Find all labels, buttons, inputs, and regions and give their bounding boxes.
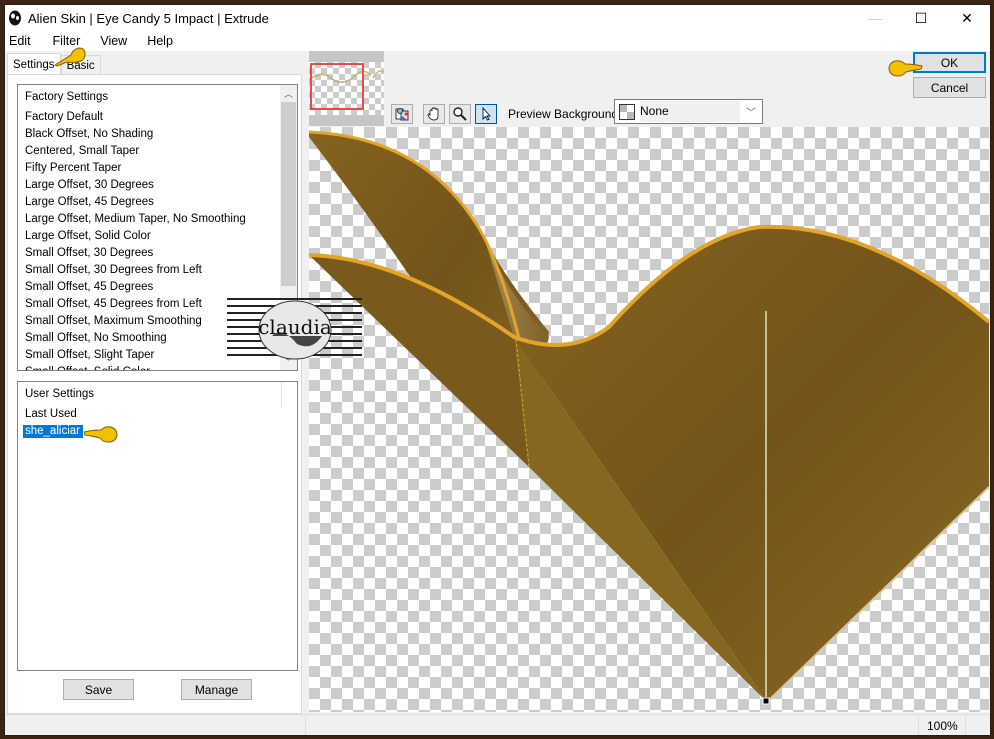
hand-icon [427,107,439,121]
chevron-down-icon: ﹀ [746,108,756,119]
manage-button[interactable]: Manage [181,679,252,700]
navigator-view-rectangle[interactable] [310,63,364,110]
effect-preview-canvas[interactable] [309,127,989,712]
minimize-button[interactable]: — [852,5,898,31]
arrow-pointer-icon [482,106,491,121]
menu-bar: Edit Filter View Help [5,31,990,51]
menu-edit[interactable]: Edit [5,34,37,48]
scroll-up-arrow-icon[interactable]: ︿ [280,85,297,102]
alien-skin-logo-icon [8,10,22,26]
user-settings-header: User Settings [25,388,95,400]
menu-help[interactable]: Help [141,34,179,48]
status-bar: 100% [5,714,990,735]
close-button[interactable]: ✕ [944,5,990,31]
preview-toolbar [391,104,497,124]
status-divider [965,717,966,735]
claudia-watermark: claudia [227,296,362,361]
user-settings-list[interactable]: User Settings Last Used she_aliciar [17,381,298,671]
preview-background-value: None [640,101,740,122]
factory-setting-item[interactable]: Large Offset, Solid Color [18,228,297,245]
factory-setting-item[interactable]: Centered, Small Taper [18,143,297,160]
pointing-hand-annotation-icon [888,60,923,77]
hand-tool[interactable] [423,104,445,124]
factory-setting-item[interactable]: Black Offset, No Shading [18,126,297,143]
settings-panel: Factory Settings Factory Default Black Of… [7,74,302,714]
factory-setting-item[interactable]: Small Offset, 30 Degrees from Left [18,262,297,279]
menu-view[interactable]: View [94,34,133,48]
user-setting-last-used[interactable]: Last Used [18,406,297,423]
extrude-vanishing-point-handle [762,697,770,705]
pointing-hand-annotation-icon [53,47,86,67]
eye-candy-window: Alien Skin | Eye Candy 5 Impact | Extrud… [4,4,991,736]
factory-setting-item[interactable]: Factory Default [18,109,297,126]
pointer-tool[interactable] [475,104,497,124]
save-button[interactable]: Save [63,679,134,700]
scroll-thumb[interactable] [281,102,296,286]
zoom-tool[interactable] [449,104,471,124]
preview-background-label: Preview Background: [508,107,622,121]
title-bar: Alien Skin | Eye Candy 5 Impact | Extrud… [5,5,990,31]
factory-setting-item[interactable]: Large Offset, 45 Degrees [18,194,297,211]
window-title: Alien Skin | Eye Candy 5 Impact | Extrud… [28,10,269,26]
extrude-preview-image [309,130,989,705]
factory-setting-item[interactable]: Large Offset, 30 Degrees [18,177,297,194]
preview-compare-tool[interactable] [391,104,413,124]
pointing-hand-annotation-icon [83,426,118,443]
preview-navigator[interactable] [309,51,384,126]
user-list-scrollbar[interactable] [281,382,282,408]
maximize-button[interactable]: ☐ [898,5,944,31]
cancel-button[interactable]: Cancel [913,77,986,98]
factory-setting-item[interactable]: Small Offset, 45 Degrees [18,279,297,296]
factory-settings-header: Factory Settings [25,91,109,103]
watermark-text: claudia [258,315,332,339]
user-setting-label: she_aliciar [23,425,83,438]
user-setting-she-aliciar[interactable]: she_aliciar [18,423,297,440]
factory-setting-item[interactable]: Small Offset, 30 Degrees [18,245,297,262]
factory-setting-item[interactable]: Large Offset, Medium Taper, No Smoothing [18,211,297,228]
factory-setting-item[interactable]: Small Offset, Solid Color [18,364,297,370]
preview-background-select[interactable]: None ﹀ [614,99,763,124]
zoom-level: 100% [927,719,958,733]
factory-setting-item[interactable]: Fifty Percent Taper [18,160,297,177]
magnifier-icon [453,107,467,121]
status-divider [305,717,306,735]
user-setting-label: Last Used [25,408,77,420]
compare-icon [395,108,409,121]
ok-button[interactable]: OK [913,52,986,73]
transparent-swatch-icon [619,103,635,120]
status-divider [918,717,919,735]
